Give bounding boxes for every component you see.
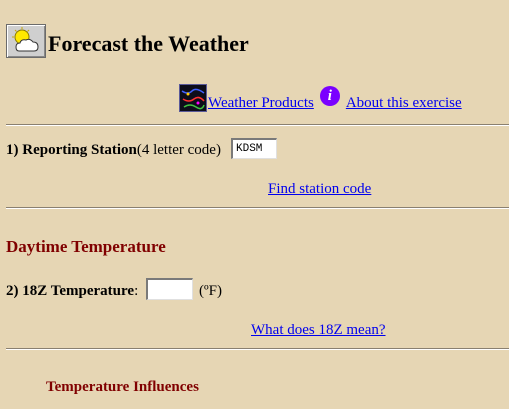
- divider: [6, 348, 509, 350]
- station-label: 1) Reporting Station: [6, 142, 137, 158]
- about-exercise-link[interactable]: About this exercise: [346, 95, 462, 112]
- temp-unit: (ºF): [199, 283, 222, 299]
- what-18z-row: What does 18Z mean?: [251, 322, 386, 339]
- divider: [6, 124, 509, 126]
- daytime-temperature-heading: Daytime Temperature: [6, 237, 166, 256]
- temp-label-row: 2) 18Z Temperature:: [6, 283, 138, 300]
- temp-colon: :: [134, 283, 139, 299]
- weather-products-link[interactable]: Weather Products: [208, 95, 314, 112]
- station-label-row: 1) Reporting Station(4 letter code): [6, 142, 221, 159]
- divider: [6, 207, 509, 209]
- temp-label: 2) 18Z Temperature: [6, 283, 135, 299]
- weather-map-icon[interactable]: [179, 84, 207, 112]
- page-header: Forecast the Weather: [6, 24, 249, 58]
- page-title: Forecast the Weather: [48, 31, 249, 56]
- forecast-page: Forecast the Weather Weather Products i …: [0, 0, 509, 409]
- sun-cloud-icon: [6, 24, 46, 58]
- temperature-input[interactable]: [146, 278, 193, 300]
- station-code-input[interactable]: [231, 138, 277, 159]
- top-links: Weather Products i About this exercise: [179, 84, 462, 112]
- what-18z-link[interactable]: What does 18Z mean?: [251, 322, 386, 338]
- find-station-link[interactable]: Find station code: [268, 181, 371, 197]
- station-hint: (4 letter code): [136, 142, 221, 158]
- temperature-influences-heading: Temperature Influences: [46, 379, 199, 395]
- info-icon[interactable]: i: [319, 86, 340, 106]
- find-station-row: Find station code: [268, 181, 371, 198]
